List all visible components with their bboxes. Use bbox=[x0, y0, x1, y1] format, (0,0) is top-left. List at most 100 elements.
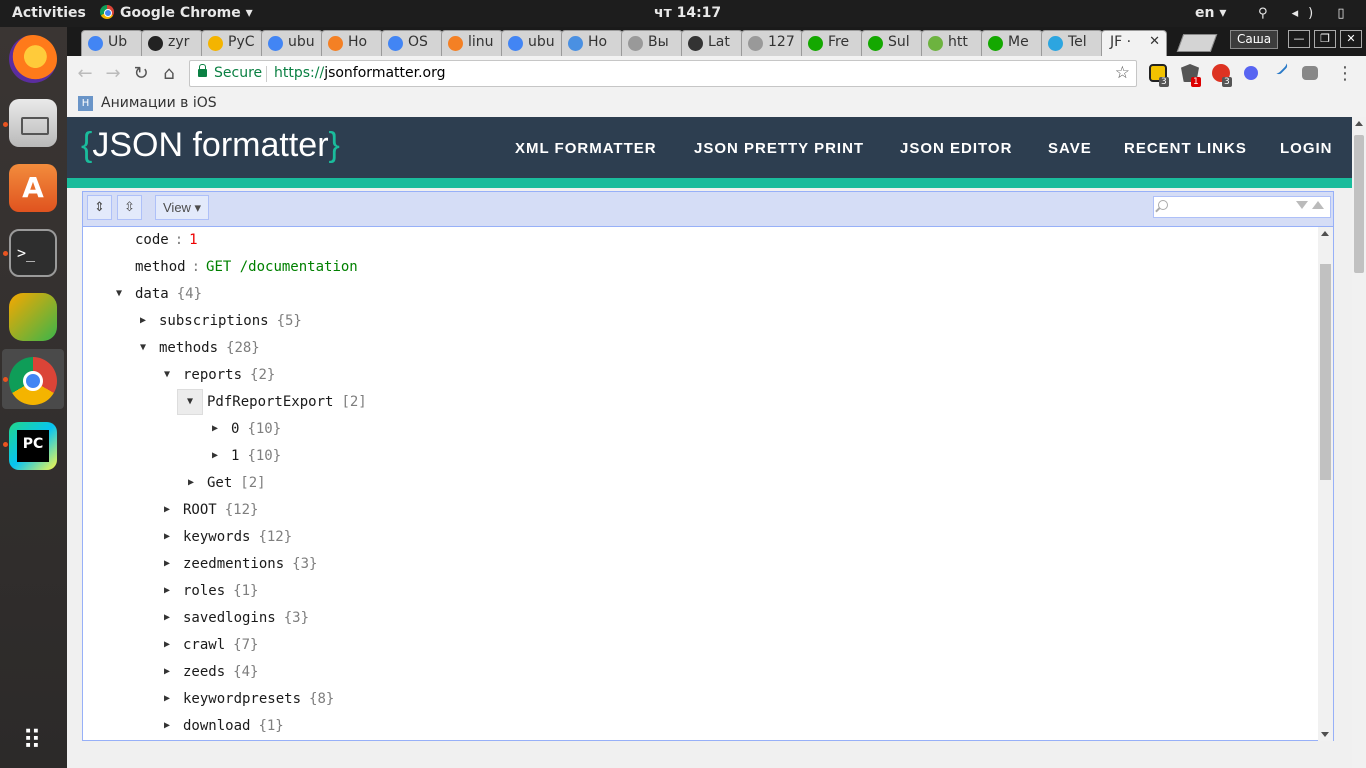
files-icon[interactable] bbox=[9, 99, 57, 147]
tree-key-line[interactable]: PdfReportExport [2] bbox=[207, 389, 367, 416]
home-icon[interactable]: ⌂ bbox=[157, 62, 181, 86]
site-logo[interactable]: {JSON formatter} bbox=[81, 126, 340, 165]
expand-caret-icon[interactable]: ▶ bbox=[183, 472, 199, 494]
tree-key[interactable]: subscriptions bbox=[159, 313, 269, 329]
tree-row[interactable]: ▼ reports {2} bbox=[83, 362, 1313, 389]
tab-active[interactable]: JF · ✕ bbox=[1101, 30, 1167, 56]
tree-row[interactable]: ▶ zeeds {4} bbox=[83, 659, 1313, 686]
tree-key-line[interactable]: subscriptions {5} bbox=[159, 308, 302, 335]
maximize-button[interactable]: ❐ bbox=[1314, 30, 1336, 48]
r-extension-icon[interactable] bbox=[1244, 66, 1258, 80]
page-scrollbar[interactable] bbox=[1352, 117, 1366, 768]
tree-key[interactable]: roles bbox=[183, 583, 225, 599]
tree-key-line[interactable]: code:1 bbox=[135, 227, 198, 254]
view-mode-button[interactable]: View ▾ bbox=[155, 195, 210, 220]
scrollbar-thumb[interactable] bbox=[1354, 135, 1364, 273]
tree-key-line[interactable]: 1 {10} bbox=[231, 443, 281, 470]
back-icon[interactable]: ← bbox=[73, 62, 97, 86]
search-input[interactable] bbox=[1172, 198, 1294, 218]
tree-value[interactable]: GET /documentation bbox=[206, 259, 358, 275]
tree-key[interactable]: savedlogins bbox=[183, 610, 276, 626]
tree-row[interactable]: code:1 bbox=[83, 227, 1313, 254]
tree-key-line[interactable]: savedlogins {3} bbox=[183, 605, 309, 632]
tab[interactable]: Ub bbox=[81, 30, 143, 56]
tree-key-line[interactable]: reports {2} bbox=[183, 362, 275, 389]
tree-key[interactable]: data bbox=[135, 286, 169, 302]
scroll-up-icon[interactable] bbox=[1355, 121, 1363, 126]
tree-key[interactable]: zeedmentions bbox=[183, 556, 284, 572]
tab[interactable]: Lat bbox=[681, 30, 743, 56]
pycharm-icon[interactable] bbox=[9, 422, 57, 470]
tree-key-line[interactable]: methods {28} bbox=[159, 335, 260, 362]
clock[interactable]: чт 14:17 bbox=[654, 0, 721, 27]
tree-row[interactable]: ▶ savedlogins {3} bbox=[83, 605, 1313, 632]
tree-key-line[interactable]: keywordpresets {8} bbox=[183, 686, 334, 713]
language-indicator[interactable]: en ▾ bbox=[1195, 0, 1226, 27]
tab[interactable]: OS bbox=[381, 30, 443, 56]
collapse-caret-icon[interactable]: ▼ bbox=[135, 337, 151, 359]
tree-key-line[interactable]: method: GET /documentation bbox=[135, 254, 358, 281]
pycharm-edu-icon[interactable] bbox=[9, 293, 57, 341]
tree-key-line[interactable]: roles {1} bbox=[183, 578, 258, 605]
tab[interactable]: Sul bbox=[861, 30, 923, 56]
tree-key-line[interactable]: keywords {12} bbox=[183, 524, 292, 551]
eyedropper-extension-icon[interactable] bbox=[1273, 60, 1289, 76]
address-bar[interactable]: Secure https://jsonformatter.org ☆ bbox=[189, 60, 1137, 87]
tree-key[interactable]: PdfReportExport bbox=[207, 394, 333, 410]
chrome-menu-icon[interactable]: ⋮ bbox=[1336, 62, 1354, 86]
forward-icon[interactable]: → bbox=[101, 62, 125, 86]
tree-key-line[interactable]: Get [2] bbox=[207, 470, 266, 497]
bookmark-item[interactable]: Анимации в iOS bbox=[101, 95, 217, 111]
software-store-icon[interactable]: A bbox=[9, 164, 57, 212]
minimize-button[interactable]: — bbox=[1288, 30, 1310, 48]
tree-key[interactable]: 0 bbox=[231, 421, 239, 437]
expand-caret-icon[interactable]: ▶ bbox=[159, 634, 175, 656]
tab[interactable]: ubu bbox=[261, 30, 323, 56]
expand-caret-icon[interactable]: ▶ bbox=[135, 310, 151, 332]
expand-caret-icon[interactable]: ▶ bbox=[207, 418, 223, 440]
tab[interactable]: ubu bbox=[501, 30, 563, 56]
tree-key[interactable]: method bbox=[135, 259, 186, 275]
tab[interactable]: PyC bbox=[201, 30, 263, 56]
tree-row[interactable]: ▶ download {1} bbox=[83, 713, 1313, 740]
show-applications-icon[interactable]: ⠿ bbox=[9, 717, 57, 765]
tree-key-line[interactable]: download {1} bbox=[183, 713, 284, 740]
scroll-up-icon[interactable] bbox=[1321, 231, 1329, 236]
profile-button[interactable]: Саша bbox=[1230, 30, 1279, 49]
collapse-all-button[interactable]: ⇳ bbox=[117, 195, 142, 220]
tree-row[interactable]: ▶ crawl {7} bbox=[83, 632, 1313, 659]
firefox-icon[interactable] bbox=[9, 35, 57, 83]
tree-row[interactable]: ▼ data {4} bbox=[83, 281, 1313, 308]
close-window-button[interactable]: ✕ bbox=[1340, 30, 1362, 48]
expand-caret-icon[interactable]: ▶ bbox=[159, 688, 175, 710]
tree-key[interactable]: Get bbox=[207, 475, 232, 491]
tree-row[interactable]: ▼ PdfReportExport [2] bbox=[83, 389, 1313, 416]
tree-key-line[interactable]: ROOT {12} bbox=[183, 497, 258, 524]
tab[interactable]: 127 bbox=[741, 30, 803, 56]
tree-value[interactable]: 1 bbox=[189, 232, 197, 248]
expand-caret-icon[interactable]: ▶ bbox=[159, 526, 175, 548]
tree-row[interactable]: method: GET /documentation bbox=[83, 254, 1313, 281]
new-tab-button[interactable] bbox=[1176, 34, 1218, 52]
expand-caret-icon[interactable]: ▶ bbox=[159, 499, 175, 521]
tree-key-line[interactable]: 0 {10} bbox=[231, 416, 281, 443]
tree-key-line[interactable]: crawl {7} bbox=[183, 632, 258, 659]
scroll-down-icon[interactable] bbox=[1321, 732, 1329, 737]
tree-key[interactable]: 1 bbox=[231, 448, 239, 464]
expand-caret-icon[interactable]: ▶ bbox=[159, 715, 175, 737]
url-text[interactable]: https://jsonformatter.org bbox=[274, 61, 446, 86]
tree-key[interactable]: keywordpresets bbox=[183, 691, 301, 707]
nav-login[interactable]: LOGIN bbox=[1280, 140, 1333, 157]
tree-scrollbar[interactable] bbox=[1318, 227, 1333, 741]
tree-row[interactable]: ▶ Get [2] bbox=[83, 470, 1313, 497]
tree-key[interactable]: download bbox=[183, 718, 250, 734]
expand-caret-icon[interactable]: ▶ bbox=[159, 553, 175, 575]
tab[interactable]: Ho bbox=[561, 30, 623, 56]
tree-row[interactable]: ▶ keywords {12} bbox=[83, 524, 1313, 551]
tab[interactable]: htt bbox=[921, 30, 983, 56]
tree-key[interactable]: methods bbox=[159, 340, 218, 356]
tree-row[interactable]: ▶ subscriptions {5} bbox=[83, 308, 1313, 335]
tree-key-line[interactable]: zeedmentions {3} bbox=[183, 551, 317, 578]
tree-key[interactable]: zeeds bbox=[183, 664, 225, 680]
close-tab-icon[interactable]: ✕ bbox=[1149, 34, 1160, 49]
